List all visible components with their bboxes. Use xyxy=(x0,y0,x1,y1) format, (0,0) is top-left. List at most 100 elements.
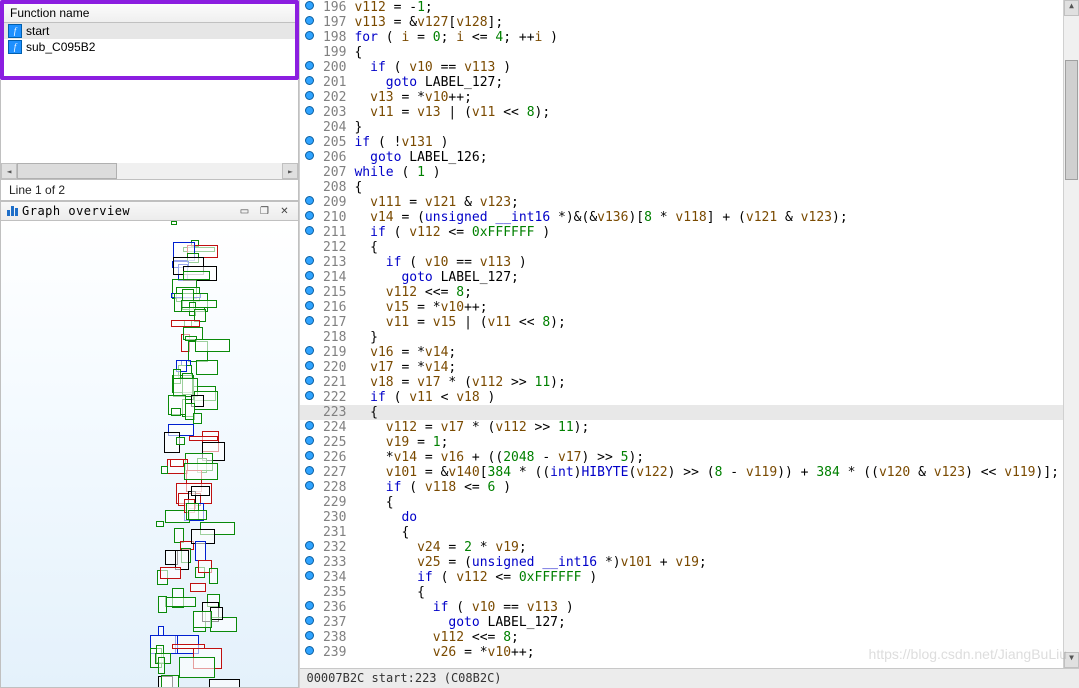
breakpoint-dot-icon[interactable] xyxy=(305,31,314,40)
graph-node[interactable] xyxy=(172,644,205,649)
graph-node[interactable] xyxy=(193,413,203,424)
graph-node[interactable] xyxy=(179,657,215,678)
code-line[interactable]: 223 { xyxy=(300,405,1079,420)
breakpoint-dot-icon[interactable] xyxy=(305,541,314,550)
code-line[interactable]: 210 v14 = (unsigned __int16 *)&(&v136)[8… xyxy=(300,210,1079,225)
graph-node[interactable] xyxy=(170,459,184,468)
pseudocode-view[interactable]: 196v112 = -1;197v113 = &v127[v128];198fo… xyxy=(300,0,1079,668)
graph-node[interactable] xyxy=(191,486,210,496)
breakpoint-dot-icon[interactable] xyxy=(305,256,314,265)
breakpoint-dot-icon[interactable] xyxy=(305,436,314,445)
breakpoint-dot-icon[interactable] xyxy=(305,556,314,565)
graph-node[interactable] xyxy=(161,466,168,474)
breakpoint-dot-icon[interactable] xyxy=(305,451,314,460)
code-line[interactable]: 205if ( !v131 ) xyxy=(300,135,1079,150)
graph-node[interactable] xyxy=(161,675,179,688)
breakpoint-dot-icon[interactable] xyxy=(305,361,314,370)
code-line[interactable]: 203 v11 = v13 | (v11 << 8); xyxy=(300,105,1079,120)
breakpoint-dot-icon[interactable] xyxy=(305,151,314,160)
breakpoint-dot-icon[interactable] xyxy=(305,466,314,475)
minimize-button[interactable]: ▭ xyxy=(236,204,252,218)
scroll-thumb[interactable] xyxy=(1065,60,1078,180)
breakpoint-dot-icon[interactable] xyxy=(305,61,314,70)
breakpoint-dot-icon[interactable] xyxy=(305,571,314,580)
breakpoint-dot-icon[interactable] xyxy=(305,631,314,640)
code-line[interactable]: 230 do xyxy=(300,510,1079,525)
close-button[interactable]: ✕ xyxy=(276,204,292,218)
graph-node[interactable] xyxy=(196,360,218,374)
graph-node[interactable] xyxy=(209,568,218,584)
restore-button[interactable]: ❐ xyxy=(256,204,272,218)
breakpoint-dot-icon[interactable] xyxy=(305,211,314,220)
scroll-right-icon[interactable]: ► xyxy=(282,163,298,179)
graph-node[interactable] xyxy=(165,597,197,607)
scroll-thumb[interactable] xyxy=(17,163,117,179)
breakpoint-dot-icon[interactable] xyxy=(305,376,314,385)
breakpoint-dot-icon[interactable] xyxy=(305,421,314,430)
scroll-left-icon[interactable]: ◄ xyxy=(1,163,17,179)
code-line[interactable]: 229 { xyxy=(300,495,1079,510)
code-line[interactable]: 204} xyxy=(300,120,1079,135)
code-line[interactable]: 198for ( i = 0; i <= 4; ++i ) xyxy=(300,30,1079,45)
code-line[interactable]: 212 { xyxy=(300,240,1079,255)
vscrollbar[interactable]: ▲ ▼ xyxy=(1063,0,1079,668)
graph-overview[interactable] xyxy=(0,221,299,688)
hscrollbar[interactable]: ◄ ► xyxy=(1,163,298,179)
code-line[interactable]: 220 v17 = *v14; xyxy=(300,360,1079,375)
code-line[interactable]: 196v112 = -1; xyxy=(300,0,1079,15)
breakpoint-dot-icon[interactable] xyxy=(305,136,314,145)
code-line[interactable]: 235 { xyxy=(300,585,1079,600)
breakpoint-dot-icon[interactable] xyxy=(305,196,314,205)
code-line[interactable]: 199{ xyxy=(300,45,1079,60)
breakpoint-dot-icon[interactable] xyxy=(305,76,314,85)
breakpoint-dot-icon[interactable] xyxy=(305,1,314,10)
breakpoint-dot-icon[interactable] xyxy=(305,271,314,280)
breakpoint-dot-icon[interactable] xyxy=(305,616,314,625)
breakpoint-dot-icon[interactable] xyxy=(305,16,314,25)
code-line[interactable]: 208{ xyxy=(300,180,1079,195)
graph-node[interactable] xyxy=(189,436,218,441)
code-line[interactable]: 214 goto LABEL_127; xyxy=(300,270,1079,285)
graph-node[interactable] xyxy=(158,626,164,635)
function-row[interactable]: fstart xyxy=(4,23,295,39)
code-line[interactable]: 218 } xyxy=(300,330,1079,345)
code-line[interactable]: 206 goto LABEL_126; xyxy=(300,150,1079,165)
breakpoint-dot-icon[interactable] xyxy=(305,286,314,295)
code-line[interactable]: 216 v15 = *v10++; xyxy=(300,300,1079,315)
code-line[interactable]: 227 v101 = &v140[384 * ((int)HIBYTE(v122… xyxy=(300,465,1079,480)
code-line[interactable]: 219 v16 = *v14; xyxy=(300,345,1079,360)
code-line[interactable]: 202 v13 = *v10++; xyxy=(300,90,1079,105)
code-line[interactable]: 238 v112 <<= 8; xyxy=(300,630,1079,645)
graph-node[interactable] xyxy=(193,611,213,627)
breakpoint-dot-icon[interactable] xyxy=(305,226,314,235)
code-line[interactable]: 197v113 = &v127[v128]; xyxy=(300,15,1079,30)
code-line[interactable]: 226 *v14 = v16 + ((2048 - v17) >> 5); xyxy=(300,450,1079,465)
function-list[interactable]: fstartfsub_C095B2 xyxy=(4,23,295,75)
graph-node[interactable] xyxy=(195,339,230,353)
code-line[interactable]: 224 v112 = v17 * (v112 >> 11); xyxy=(300,420,1079,435)
code-line[interactable]: 207while ( 1 ) xyxy=(300,165,1079,180)
code-line[interactable]: 228 if ( v118 <= 6 ) xyxy=(300,480,1079,495)
graph-node[interactable] xyxy=(156,521,163,527)
graph-node[interactable] xyxy=(160,567,182,578)
code-line[interactable]: 237 goto LABEL_127; xyxy=(300,615,1079,630)
code-line[interactable]: 225 v19 = 1; xyxy=(300,435,1079,450)
graph-node[interactable] xyxy=(171,221,177,225)
code-line[interactable]: 231 { xyxy=(300,525,1079,540)
graph-node[interactable] xyxy=(183,271,210,280)
breakpoint-dot-icon[interactable] xyxy=(305,106,314,115)
breakpoint-dot-icon[interactable] xyxy=(305,346,314,355)
code-line[interactable]: 200 if ( v10 == v113 ) xyxy=(300,60,1079,75)
breakpoint-dot-icon[interactable] xyxy=(305,316,314,325)
code-line[interactable]: 221 v18 = v17 * (v112 >> 11); xyxy=(300,375,1079,390)
graph-node[interactable] xyxy=(184,463,218,480)
function-row[interactable]: fsub_C095B2 xyxy=(4,39,295,55)
code-line[interactable]: 239 v26 = *v10++; xyxy=(300,645,1079,660)
code-line[interactable]: 232 v24 = 2 * v19; xyxy=(300,540,1079,555)
graph-node[interactable] xyxy=(158,657,165,674)
graph-node[interactable] xyxy=(188,510,207,520)
breakpoint-dot-icon[interactable] xyxy=(305,91,314,100)
scroll-up-icon[interactable]: ▲ xyxy=(1064,0,1079,16)
graph-node[interactable] xyxy=(176,437,185,445)
code-line[interactable]: 211 if ( v112 <= 0xFFFFFF ) xyxy=(300,225,1079,240)
